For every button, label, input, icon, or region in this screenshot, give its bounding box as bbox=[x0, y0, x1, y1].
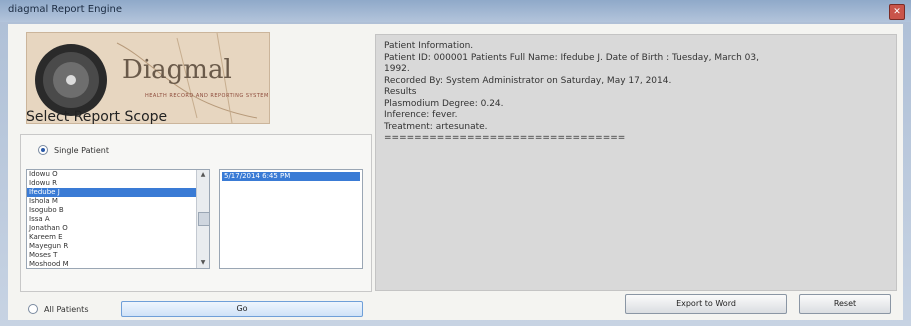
chevron-up-icon[interactable]: ▲ bbox=[197, 170, 209, 180]
close-icon: ✕ bbox=[893, 7, 901, 17]
logo-wordmark: Diagmal bbox=[122, 55, 232, 85]
report-line: Patient Information. bbox=[384, 41, 474, 51]
report-line: 1992. bbox=[384, 64, 410, 74]
all-patients-option[interactable]: All Patients bbox=[28, 304, 88, 314]
patient-scrollbar[interactable]: ▲ ▼ bbox=[196, 170, 209, 268]
patient-list: Idowu O Idowu R Ifedube J Ishola M Isogubo B… bbox=[27, 170, 209, 268]
patient-list-item[interactable]: Isogubo B bbox=[27, 206, 209, 215]
patient-list-item[interactable]: Issa A bbox=[27, 215, 209, 224]
report-line: Plasmodium Degree: 0.24. bbox=[384, 98, 504, 109]
record-date-listbox[interactable]: 5/17/2014 6:45 PM bbox=[219, 169, 363, 269]
report-line: Treatment: artesunate. bbox=[384, 121, 488, 132]
content-area: Diagmal HEALTH RECORD AND REPORTING SYST… bbox=[8, 24, 903, 320]
patient-list-item[interactable]: Kareem E bbox=[27, 233, 209, 242]
chevron-down-icon[interactable]: ▼ bbox=[197, 258, 209, 268]
close-button[interactable]: ✕ bbox=[889, 4, 905, 20]
title-bar: diagmal Report Engine ✕ bbox=[0, 0, 911, 22]
window-title: diagmal Report Engine bbox=[8, 4, 123, 15]
report-text: Patient Information. Patient ID: 000001 P… bbox=[384, 41, 888, 145]
app-window: diagmal Report Engine ✕ Diagmal HEALTH R… bbox=[0, 0, 911, 326]
single-patient-radio[interactable] bbox=[38, 145, 48, 155]
report-line: Results bbox=[384, 87, 417, 97]
patient-list-item[interactable]: Mayegun R bbox=[27, 242, 209, 251]
all-patients-label: All Patients bbox=[44, 304, 89, 314]
scroll-thumb[interactable] bbox=[198, 212, 209, 226]
report-line: Recorded By: System Administrator on Sat… bbox=[384, 75, 672, 86]
patient-list-item[interactable]: Moshood M bbox=[27, 260, 209, 268]
export-to-word-button[interactable]: Export to Word bbox=[625, 294, 787, 314]
scope-heading: Select Report Scope bbox=[26, 109, 168, 125]
patient-list-item[interactable]: Ifedube J bbox=[27, 188, 209, 197]
patient-listbox[interactable]: Idowu O Idowu R Ifedube J Ishola M Isogubo B… bbox=[26, 169, 210, 269]
patient-list-item[interactable]: Ishola M bbox=[27, 197, 209, 206]
report-line: Inference: fever. bbox=[384, 110, 458, 120]
go-button[interactable]: Go bbox=[121, 301, 363, 317]
all-patients-radio[interactable] bbox=[28, 304, 38, 314]
record-date-item[interactable]: 5/17/2014 6:45 PM bbox=[222, 172, 360, 181]
reset-button[interactable]: Reset bbox=[799, 294, 891, 314]
patient-list-item[interactable]: Idowu O bbox=[27, 170, 209, 179]
report-line: Patient ID: 000001 Patients Full Name: I… bbox=[384, 52, 759, 63]
single-patient-label: Single Patient bbox=[54, 145, 109, 155]
report-line: ================================ bbox=[384, 133, 626, 143]
logo-tagline: HEALTH RECORD AND REPORTING SYSTEM bbox=[145, 93, 269, 99]
patient-list-item[interactable]: Jonathan O bbox=[27, 224, 209, 233]
single-patient-option[interactable]: Single Patient bbox=[38, 145, 109, 155]
patient-list-item[interactable]: Idowu R bbox=[27, 179, 209, 188]
report-output: Patient Information. Patient ID: 000001 P… bbox=[375, 34, 897, 291]
patient-list-item[interactable]: Moses T bbox=[27, 251, 209, 260]
